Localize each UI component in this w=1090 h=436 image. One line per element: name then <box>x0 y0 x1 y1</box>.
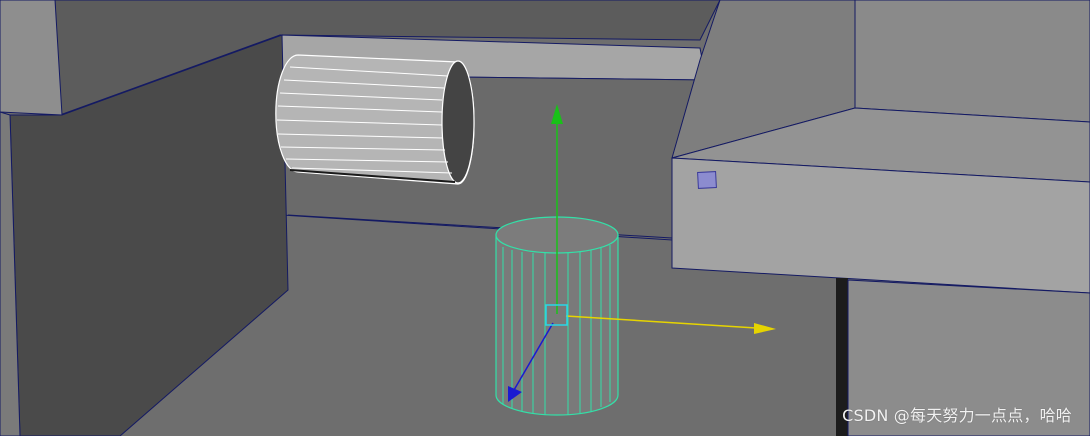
maya-viewport[interactable]: CSDN @每天努力一点点，哈哈 <box>0 0 1090 436</box>
right-block-front-face <box>854 0 1090 123</box>
3d-scene[interactable] <box>0 0 1090 436</box>
watermark-text: CSDN @每天努力一点点，哈哈 <box>842 406 1072 425</box>
top-left-block <box>0 0 63 116</box>
handle-icon[interactable] <box>697 171 717 189</box>
horizontal-cylinder[interactable] <box>275 54 475 185</box>
